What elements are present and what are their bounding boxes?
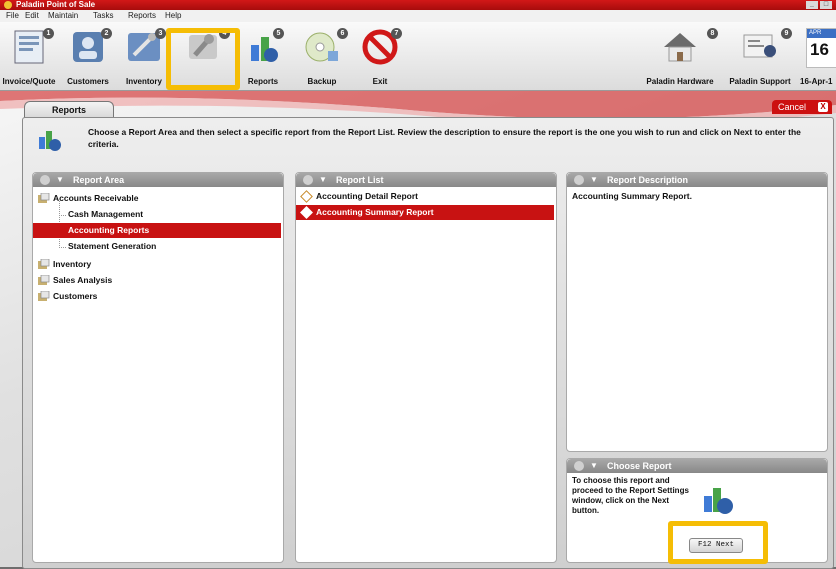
title-bar: Paladin Point of Sale _ □ [0,0,836,10]
collapse-icon[interactable] [574,461,584,471]
report-folder-icon [38,259,50,269]
tree-item-label: Cash Management [68,209,144,219]
toolbar-label: Exit [372,77,388,86]
shortcut-badge: 3 [155,28,166,39]
close-icon: X [818,102,828,112]
tree-item-label: Accounts Receivable [53,193,139,203]
house-icon [664,33,696,62]
menu-edit[interactable]: Edit [25,11,39,20]
report-item-accounting-detail[interactable]: Accounting Detail Report [296,189,554,204]
paladin-support-button[interactable]: 9 Paladin Support [724,22,796,90]
report-area-header: ▼ Report Area [33,173,283,187]
chevron-down-icon: ▼ [590,461,598,470]
maximize-button[interactable]: □ [820,1,832,9]
menu-reports[interactable]: Reports [128,11,156,20]
shortcut-badge: 9 [781,28,792,39]
cancel-button[interactable]: Cancel X [772,100,832,114]
instructions-text: Choose a Report Area and then select a s… [88,127,801,149]
tree-item-inventory[interactable]: Inventory [33,257,281,272]
toolbar-label: Inventory [125,77,162,86]
report-item-label: Accounting Detail Report [316,191,419,201]
collapse-icon[interactable] [40,175,50,185]
report-item-accounting-summary[interactable]: Accounting Summary Report [296,205,554,220]
tree-item-label: Statement Generation [68,241,157,251]
toolbar-label: Backup [307,77,337,86]
tree-item-label: Inventory [53,259,92,269]
report-list-title: Report List [336,175,384,185]
toolbar-label: Paladin Hardware [646,77,714,86]
tree-item-accounting-reports[interactable]: Accounting Reports [33,223,281,238]
reports-toolbar-button[interactable]: 5 Reports [238,22,288,90]
support-icon [743,34,776,58]
report-folder-icon [38,275,50,285]
choose-report-title: Choose Report [607,461,672,471]
collapse-icon[interactable] [303,175,313,185]
tree-item-label: Customers [53,291,98,301]
tree-item-customers[interactable]: Customers [33,289,281,304]
cancel-label: Cancel [778,102,807,112]
choose-report-header: ▼ Choose Report [567,459,827,473]
report-folder-icon [38,193,50,203]
calendar-date-label: 16-Apr-1 [800,77,833,86]
report-list-header: ▼ Report List [296,173,556,187]
report-item-label: Accounting Summary Report [316,207,434,217]
menu-tasks[interactable]: Tasks [93,11,113,20]
shortcut-badge: 7 [391,28,402,39]
backup-button[interactable]: 6 Backup [292,22,352,90]
calendar-day: 16 [810,40,829,59]
menu-maintain[interactable]: Maintain [48,11,78,20]
customers-button[interactable]: 2 Customers [60,22,116,90]
toolbar-label: Invoice/Quote [2,77,56,86]
window-title: Paladin Point of Sale [16,0,96,9]
exit-button[interactable]: 7 Exit [354,22,406,90]
choose-report-text: To choose this report and proceed to the… [572,476,689,515]
report-area-panel: ▼ Report Area Accounts Receivable Cash M… [32,172,284,563]
paladin-hardware-button[interactable]: 8 Paladin Hardware [638,22,722,90]
calendar-button[interactable]: APR 16 [806,28,836,68]
menu-bar: File Edit Maintain Tasks Reports Help [0,10,836,22]
report-description-header: ▼ Report Description [567,173,827,187]
report-area-title: Report Area [73,175,125,185]
report-description-text: Accounting Summary Report. [572,191,692,201]
app-logo-icon [4,1,12,9]
inventory-button[interactable]: 3 Inventory [118,22,170,90]
tree-item-sales-analysis[interactable]: Sales Analysis [33,273,281,288]
invoice-quote-button[interactable]: 1 Invoice/Quote [0,22,58,90]
report-diamond-icon [300,206,313,219]
shortcut-badge: 5 [273,28,284,39]
report-diamond-icon [300,190,313,203]
reports-icon [39,131,61,151]
highlight-box [668,521,768,564]
toolbar-label: Customers [67,77,109,86]
highlight-box [166,28,240,90]
shortcut-badge: 2 [101,28,112,39]
menu-help[interactable]: Help [165,11,181,20]
report-description-panel: ▼ Report Description Accounting Summary … [566,172,828,452]
calendar-month: APR [807,29,836,38]
tree-item-label: Sales Analysis [53,275,113,285]
toolbar-label: Paladin Support [729,77,791,86]
report-description-title: Report Description [607,175,689,185]
reports-icon [704,488,733,514]
menu-file[interactable]: File [6,11,19,20]
chevron-down-icon: ▼ [56,175,64,184]
toolbar-label: Reports [247,77,279,86]
tree-item-label: Accounting Reports [68,225,150,235]
toolbar: 1 Invoice/Quote 2 Customers 3 Inventory … [0,22,836,91]
tree-item-statement-generation[interactable]: Statement Generation [33,239,281,254]
minimize-button[interactable]: _ [806,1,818,9]
collapse-icon[interactable] [574,175,584,185]
backup-icon [305,32,338,62]
tree-item-cash-management[interactable]: Cash Management [33,207,281,222]
shortcut-badge: 1 [43,28,54,39]
report-folder-icon [38,291,50,301]
shortcut-badge: 6 [337,28,348,39]
tree-item-accounts-receivable[interactable]: Accounts Receivable [33,191,281,206]
report-list-panel: ▼ Report List Accounting Detail Report A… [295,172,557,563]
chevron-down-icon: ▼ [590,175,598,184]
shortcut-badge: 8 [707,28,718,39]
chevron-down-icon: ▼ [319,175,327,184]
